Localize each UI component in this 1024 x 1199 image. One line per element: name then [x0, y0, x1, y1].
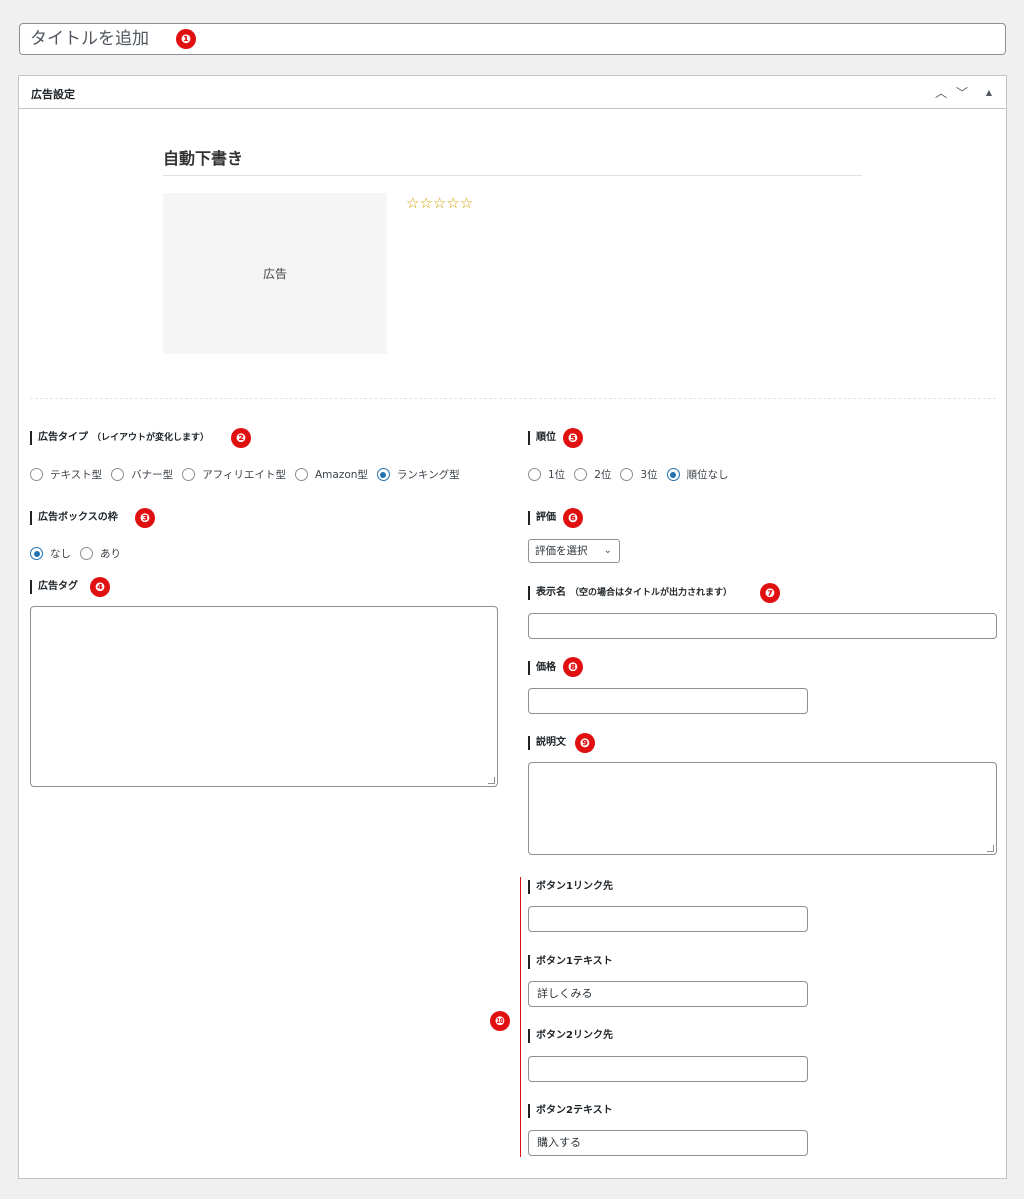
ad-type-label: 広告タイプ （レイアウトが変化します） — [30, 431, 209, 445]
radio-button[interactable] — [574, 468, 588, 481]
annotation-marker-4: ❹ — [90, 577, 110, 597]
description-label-text: 説明文 — [536, 737, 566, 748]
radio-label: なし — [50, 548, 71, 560]
radio-label: アフィリエイト型 — [202, 469, 286, 481]
ad-type-note: （レイアウトが変化します） — [92, 433, 210, 443]
chevron-up-icon[interactable]: ︿ — [932, 84, 950, 102]
rating-stars: ☆☆☆☆☆ — [406, 194, 474, 212]
rating-select[interactable]: 評価を選択 ⌄ — [528, 539, 620, 563]
rating-label-text: 評価 — [536, 512, 556, 523]
ad-type-radio-text[interactable]: テキスト型 — [30, 467, 102, 482]
radio-label: 順位なし — [686, 469, 729, 481]
post-title-placeholder: タイトルを追加 — [30, 29, 149, 49]
ad-type-radio-affiliate[interactable]: アフィリエイト型 — [182, 467, 286, 482]
radio-label: テキスト型 — [50, 469, 103, 481]
price-label-text: 価格 — [536, 662, 556, 673]
button2-text-label: ボタン2テキスト — [528, 1104, 613, 1118]
ad-type-radio-group: テキスト型 バナー型 アフィリエイト型 Amazon型 ランキング型 — [30, 467, 469, 482]
radio-button-checked[interactable] — [30, 547, 43, 560]
preview-divider — [163, 175, 862, 176]
radio-button[interactable] — [30, 468, 43, 481]
rank-label-text: 順位 — [536, 432, 556, 443]
triangle-up-icon[interactable]: ▲ — [980, 84, 998, 102]
ad-type-radio-ranking[interactable]: ランキング型 — [376, 467, 460, 482]
button2-link-label: ボタン2リンク先 — [528, 1029, 613, 1043]
chevron-down-icon[interactable]: ﹀ — [953, 84, 971, 102]
post-title-input[interactable]: タイトルを追加 — [19, 23, 1006, 55]
button2-link-label-text: ボタン2リンク先 — [536, 1030, 613, 1041]
button-group-bracket — [520, 877, 521, 1157]
description-textarea[interactable] — [528, 762, 997, 855]
radio-label: ランキング型 — [396, 469, 460, 481]
ad-box-border-label-text: 広告ボックスの枠 — [38, 512, 118, 523]
ad-tag-label: 広告タグ — [30, 580, 78, 594]
rank-radio-none[interactable]: 順位なし — [666, 467, 729, 482]
ad-box-border-radio-none[interactable]: なし — [30, 546, 71, 561]
annotation-marker-8: ❽ — [563, 657, 583, 677]
panel-header: 広告設定 ︿ ﹀ ▲ — [19, 76, 1006, 109]
rank-radio-group: 1位 2位 3位 順位なし — [528, 467, 738, 482]
button1-text-label: ボタン1テキスト — [528, 955, 613, 969]
rating-select-value: 評価を選択 — [535, 545, 588, 557]
radio-button[interactable] — [80, 547, 93, 560]
ad-box-border-radio-yes[interactable]: あり — [80, 546, 121, 561]
ad-tag-label-text: 広告タグ — [38, 581, 78, 592]
radio-label: 2位 — [594, 469, 612, 481]
ad-type-radio-amazon[interactable]: Amazon型 — [294, 467, 368, 482]
annotation-marker-10: ❿ — [490, 1011, 510, 1031]
rank-radio-2[interactable]: 2位 — [574, 467, 611, 482]
ad-box-border-radio-group: なし あり — [30, 546, 130, 561]
radio-button[interactable] — [111, 468, 125, 481]
radio-button-checked[interactable] — [376, 468, 390, 481]
radio-button[interactable] — [528, 468, 541, 481]
ad-tag-textarea[interactable] — [30, 606, 498, 787]
button2-link-input[interactable] — [528, 1056, 808, 1082]
rank-label: 順位 — [528, 431, 556, 445]
ad-type-radio-banner[interactable]: バナー型 — [111, 467, 173, 482]
display-name-input[interactable] — [528, 613, 997, 639]
button1-text-input[interactable]: 詳しくみる — [528, 981, 808, 1007]
annotation-marker-5: ❺ — [563, 428, 583, 448]
annotation-marker-3: ❸ — [135, 508, 155, 528]
radio-button[interactable] — [294, 468, 308, 481]
chevron-down-icon: ⌄ — [603, 545, 612, 556]
description-label: 説明文 — [528, 736, 566, 750]
display-name-label-text: 表示名 — [536, 587, 566, 598]
annotation-marker-2: ❷ — [231, 428, 251, 448]
button1-link-label: ボタン1リンク先 — [528, 880, 613, 894]
radio-button[interactable] — [182, 468, 196, 481]
rating-label: 評価 — [528, 511, 556, 525]
button2-text-label-text: ボタン2テキスト — [536, 1105, 613, 1116]
annotation-marker-7: ❼ — [760, 583, 780, 603]
price-label: 価格 — [528, 661, 556, 675]
radio-label: 1位 — [548, 469, 566, 481]
button2-text-input[interactable]: 購入する — [528, 1130, 808, 1156]
section-divider — [30, 398, 996, 399]
ad-box-border-label: 広告ボックスの枠 — [30, 511, 118, 525]
display-name-label: 表示名 （空の場合はタイトルが出力されます） — [528, 586, 732, 600]
button1-link-label-text: ボタン1リンク先 — [536, 881, 613, 892]
rank-radio-1[interactable]: 1位 — [528, 467, 565, 482]
radio-label: バナー型 — [131, 469, 174, 481]
button1-text-label-text: ボタン1テキスト — [536, 956, 613, 967]
button1-link-input[interactable] — [528, 906, 808, 932]
radio-label: Amazon型 — [314, 469, 368, 481]
ad-type-label-text: 広告タイプ — [38, 432, 88, 443]
ad-image-label: 広告 — [262, 267, 287, 281]
preview-title: 自動下書き — [163, 149, 244, 168]
panel-title: 広告設定 — [31, 88, 75, 101]
radio-button[interactable] — [620, 468, 634, 481]
ad-image-placeholder: 広告 — [163, 193, 387, 354]
radio-button-checked[interactable] — [666, 468, 680, 481]
annotation-marker-1: ❶ — [176, 29, 196, 49]
radio-label: 3位 — [640, 469, 658, 481]
price-input[interactable] — [528, 688, 808, 714]
rank-radio-3[interactable]: 3位 — [620, 467, 658, 482]
display-name-note: （空の場合はタイトルが出力されます） — [570, 588, 733, 598]
radio-label: あり — [100, 548, 121, 560]
annotation-marker-6: ❻ — [563, 508, 583, 528]
annotation-marker-9: ❾ — [575, 733, 595, 753]
